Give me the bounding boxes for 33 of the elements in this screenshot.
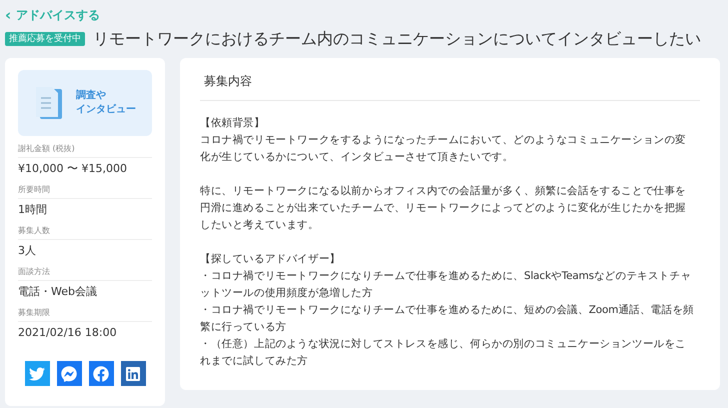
detail-label: 所要時間 — [18, 184, 152, 199]
page-title: リモートワークにおけるチーム内のコミュニケーションについてインタビューしたい — [93, 28, 701, 50]
document-icon — [34, 86, 64, 120]
share-button[interactable] — [120, 361, 146, 386]
detail-value: 電話・Web会議 — [18, 284, 98, 300]
detail-label: 面談方法 — [18, 266, 152, 281]
back-link-label: アドバイスする — [16, 7, 100, 24]
letter-f-icon — [93, 366, 109, 382]
letters-in-icon — [125, 366, 141, 382]
body-text: ・（任意）上記のような状況に対してストレスを感じ、何らかの別のコミュニケーションツールをこれまでに試してみた方 — [200, 337, 688, 369]
detail-label: 募集人数 — [18, 225, 152, 240]
body-text: ・コロナ禍でリモートワークになりチームで仕事を進めるために、短めの会議、Zoom通話、電話を頻繁に行っている方 — [200, 303, 695, 335]
chat-bubble-icon — [61, 366, 77, 382]
chevron-left-icon: ‹ — [5, 8, 12, 22]
detail-value: 2021/02/16 18:00 — [18, 325, 118, 341]
body-text: コロナ禍でリモートワークをするようになったチームにおいて、どのようなコミュニケーションの変化が生じているかについて、インタビューさせて頂きたいです。 — [200, 133, 688, 165]
detail-label: 謝礼金額 (税抜) — [18, 143, 152, 158]
category-label: 調査や インタビュー — [76, 89, 136, 117]
back-link[interactable]: ‹ アドバイスする — [5, 6, 100, 24]
bird-icon — [29, 366, 45, 382]
share-button[interactable] — [56, 361, 82, 386]
share-button[interactable] — [88, 361, 114, 386]
body-text: 特に、リモートワークになる以前からオフィス内での会話量が多く、頻繁に会話をすることで仕事を円滑に進めることが出来ていたチームで、リモートワークによってどのように変化が生じたかを把握したいと考えています。 — [200, 184, 688, 233]
body-text: 【探しているアドバイザー】 — [200, 252, 342, 267]
body-text: 【依頼背景】 — [200, 116, 266, 131]
detail-label: 募集期限 — [18, 307, 152, 322]
detail-value: 1時間 — [18, 202, 48, 218]
detail-value: ¥10,000 〜 ¥15,000 — [18, 161, 128, 177]
body-text: ・コロナ禍でリモートワークになりチームで仕事を進めるために、SlackやTeamsなどのテキストチャットツールの使用頻度が急増した方 — [200, 269, 692, 301]
detail-value: 3人 — [18, 243, 37, 259]
section-heading: 募集内容 — [200, 72, 700, 101]
status-badge: 推薦応募を受付中 — [5, 32, 85, 46]
share-button[interactable] — [24, 361, 50, 386]
